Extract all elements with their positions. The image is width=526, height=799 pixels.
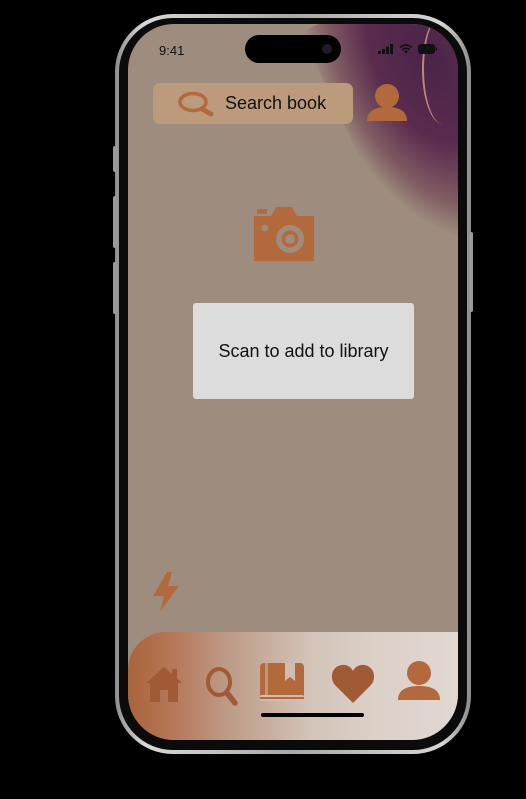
scan-prompt-text: Scan to add to library — [218, 340, 389, 361]
app-screen: 9:41 Search book Scan to add to library — [128, 24, 458, 740]
nav-item-search[interactable] — [204, 666, 240, 711]
heart-icon — [331, 664, 375, 703]
silent-switch — [113, 146, 117, 172]
nav-item-favorites[interactable] — [331, 662, 375, 709]
search-icon — [178, 91, 214, 116]
battery-icon — [418, 44, 438, 54]
search-book-button[interactable]: Search book — [153, 83, 353, 124]
book-icon — [260, 663, 304, 701]
camera-icon — [254, 207, 314, 261]
cellular-signal-icon — [378, 44, 393, 54]
nav-item-home[interactable] — [144, 664, 184, 709]
profile-button[interactable] — [366, 83, 410, 128]
dynamic-island — [245, 35, 341, 63]
home-icon — [146, 667, 182, 702]
status-icons — [378, 44, 438, 54]
volume-up-button — [113, 196, 117, 248]
nav-item-profile[interactable] — [396, 660, 442, 707]
nav-item-library[interactable] — [259, 661, 305, 708]
scan-prompt-card: Scan to add to library — [193, 303, 414, 399]
flash-toggle[interactable] — [150, 571, 182, 618]
user-icon — [398, 661, 440, 700]
bottom-nav — [128, 632, 458, 740]
status-time: 9:41 — [159, 43, 185, 58]
search-icon — [206, 667, 238, 706]
camera-button[interactable] — [252, 204, 316, 267]
front-camera — [322, 44, 332, 54]
search-label: Search book — [225, 93, 327, 113]
wifi-icon — [399, 44, 413, 54]
power-button — [469, 232, 473, 312]
flash-icon — [153, 572, 179, 612]
user-icon — [367, 84, 407, 121]
home-indicator[interactable] — [261, 713, 364, 717]
volume-down-button — [113, 262, 117, 314]
